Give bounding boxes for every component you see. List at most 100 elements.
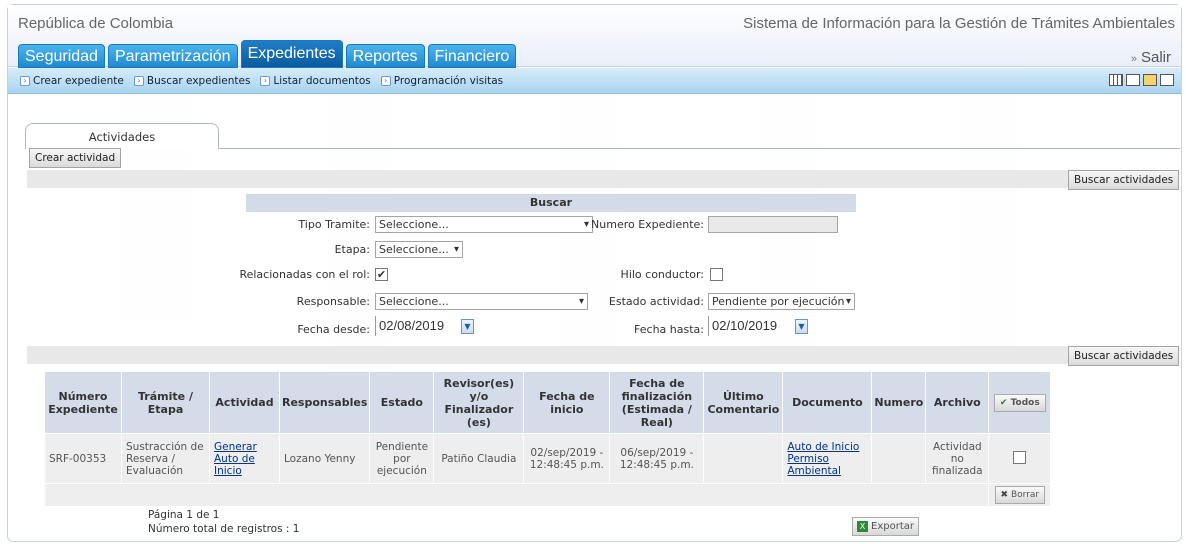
cell-delete: ✖ Borrar [988, 483, 1052, 507]
document-link[interactable]: Auto de Inicio Permiso Ambiental [787, 441, 859, 477]
col-estado[interactable]: Estado [369, 371, 435, 434]
cell-revisor: Patiño Claudia [433, 433, 525, 484]
row-checkbox[interactable] [1013, 450, 1027, 464]
calendar-icon[interactable]: ▼ [461, 319, 474, 334]
select-value: Seleccione... [379, 243, 449, 256]
results-strip [27, 346, 1179, 364]
cell-estado: Pendiente por ejecución [369, 433, 435, 484]
logout-link[interactable]: » Salir [1131, 49, 1171, 66]
select-all-button[interactable]: ✔ Todos [993, 393, 1046, 412]
cell-archivo: Actividad no finalizada [925, 433, 990, 484]
cell-documento: Auto de Inicio Permiso Ambiental [782, 433, 873, 484]
tab-seguridad[interactable]: Seguridad [18, 44, 105, 68]
chevron-down-icon: ▾ [453, 244, 459, 255]
tipo-tramite-label: Tipo Tramite: [298, 218, 370, 231]
submenu-listar-documentos[interactable]: › Listar documentos [260, 75, 371, 87]
col-ultimo-comentario[interactable]: Último Comentario [703, 371, 784, 434]
col-actividad[interactable]: Actividad [209, 371, 280, 434]
select-value: Seleccione... [379, 218, 449, 231]
clipboard-icon[interactable] [1143, 74, 1157, 86]
submenu-buscar-expedientes[interactable]: › Buscar expedientes [133, 74, 251, 87]
cell-tramite: Sustracción de Reserva / Evaluación [121, 433, 210, 484]
submenu-programacion-visitas[interactable]: › Programación visitas [380, 74, 504, 87]
export-button[interactable]: X Exportar [852, 517, 919, 536]
check-icon: ✔ [999, 397, 1008, 408]
col-select-all: ✔ Todos [988, 371, 1052, 434]
numero-expediente-label: Numero Expediente: [591, 218, 704, 231]
calendar-icon[interactable]: ▼ [795, 319, 808, 334]
submenu-crear-expediente[interactable]: › Crear expediente [20, 75, 124, 87]
submenu-bar: › Crear expediente › Buscar expedientes › L… [8, 68, 1181, 94]
col-numero[interactable]: Numero [871, 371, 927, 434]
relacionadas-label: Relacionadas con el rol: [239, 268, 370, 281]
table-footer-row: ✖ Borrar [43, 483, 1052, 507]
create-activity-button[interactable]: Crear actividad [29, 148, 122, 168]
cell-fecha-fin: 06/sep/2019 - 12:48:45 p.m. [609, 433, 705, 484]
hilo-conductor-checkbox[interactable] [710, 268, 723, 281]
cell-numero-expediente: SRF-00353 [44, 433, 122, 484]
cell-fecha-inicio: 02/sep/2019 - 12:48:45 p.m. [523, 433, 611, 484]
table-icon[interactable] [1109, 74, 1123, 86]
tab-expedientes[interactable]: Expedientes [240, 40, 343, 68]
delete-label: Borrar [1010, 490, 1040, 500]
excel-icon: X [857, 521, 868, 532]
tab-financiero[interactable]: Financiero [427, 44, 517, 68]
etapa-label: Etapa: [334, 243, 370, 256]
col-tramite-etapa[interactable]: Trámite / Etapa [121, 371, 210, 434]
tab-reportes[interactable]: Reportes [345, 44, 425, 68]
chevron-down-icon: ▾ [845, 296, 851, 307]
search-activities-button-top[interactable]: Buscar actividades [1068, 170, 1180, 190]
responsable-label: Responsable: [296, 295, 370, 308]
arrow-icon: › [380, 75, 391, 86]
toolbar-icons [1109, 74, 1174, 86]
logout-label: Salir [1140, 49, 1171, 66]
fecha-desde-label: Fecha desde: [297, 323, 370, 336]
col-revisor[interactable]: Revisor(es) y/o Finalizador (es) [433, 371, 525, 434]
hilo-conductor-label: Hilo conductor: [620, 268, 704, 281]
country-title: República de Colombia [18, 15, 174, 32]
col-fecha-finalizacion[interactable]: Fecha de finalización (Estimada / Real) [609, 371, 705, 434]
col-fecha-inicio[interactable]: Fecha de inicio [523, 371, 611, 434]
top-header: República de Colombia Sistema de Informa… [8, 5, 1181, 68]
etapa-select[interactable]: Seleccione... ▾ [375, 241, 463, 258]
footer-spacer [43, 483, 990, 507]
document-icon[interactable] [1160, 74, 1174, 86]
tipo-tramite-select[interactable]: Seleccione... ▾ [375, 216, 593, 233]
arrow-icon: › [20, 75, 30, 86]
submenu-label: Buscar expedientes [146, 74, 251, 87]
cell-actividad: Generar Auto de Inicio [209, 433, 280, 484]
toolbar-strip [27, 170, 1179, 188]
fecha-desde-input[interactable]: 02/08/2019 [375, 316, 455, 336]
estado-actividad-select[interactable]: Pendiente por ejecución ▾ [708, 293, 855, 310]
submenu-label: Programación visitas [393, 74, 504, 87]
responsable-select[interactable]: Seleccione... ▾ [375, 293, 588, 310]
col-numero-expediente[interactable]: Número Expediente [44, 371, 122, 434]
tab-actividades[interactable]: Actividades [25, 123, 219, 149]
search-activities-button-bottom[interactable]: Buscar actividades [1068, 346, 1180, 366]
cell-comentario [703, 433, 784, 484]
estado-actividad-label: Estado actividad: [608, 295, 704, 308]
cell-select [988, 433, 1052, 484]
system-title: Sistema de Información para la Gestión d… [743, 15, 1175, 32]
col-responsables[interactable]: Responsables [278, 371, 371, 434]
table-header-row: Número Expediente Trámite / Etapa Activi… [44, 371, 1052, 434]
numero-expediente-input[interactable] [708, 216, 838, 233]
fecha-hasta-input[interactable]: 02/10/2019 [708, 316, 788, 336]
cell-responsables: Lozano Yenny [278, 433, 371, 484]
close-icon: ✖ [1000, 490, 1009, 500]
page-indicator: Página 1 de 1 [148, 509, 220, 521]
tab-parametrizacion[interactable]: Parametrización [107, 44, 238, 68]
export-label: Exportar [871, 521, 914, 532]
search-title: Buscar [246, 194, 856, 212]
delete-button[interactable]: ✖ Borrar [994, 486, 1046, 504]
select-value: Pendiente por ejecución [712, 295, 845, 308]
table-row: SRF-00353 Sustracción de Reserva / Evalu… [44, 433, 1052, 484]
arrow-icon: › [133, 75, 144, 86]
col-archivo[interactable]: Archivo [925, 371, 990, 434]
relacionadas-checkbox[interactable]: ✔ [375, 268, 388, 281]
total-records: Número total de registros : 1 [148, 523, 300, 535]
mail-icon[interactable] [1126, 74, 1140, 86]
activity-link[interactable]: Generar Auto de Inicio [214, 441, 257, 477]
col-documento[interactable]: Documento [782, 371, 873, 434]
main-tabs: Seguridad Parametrización Expedientes Re… [18, 40, 517, 68]
